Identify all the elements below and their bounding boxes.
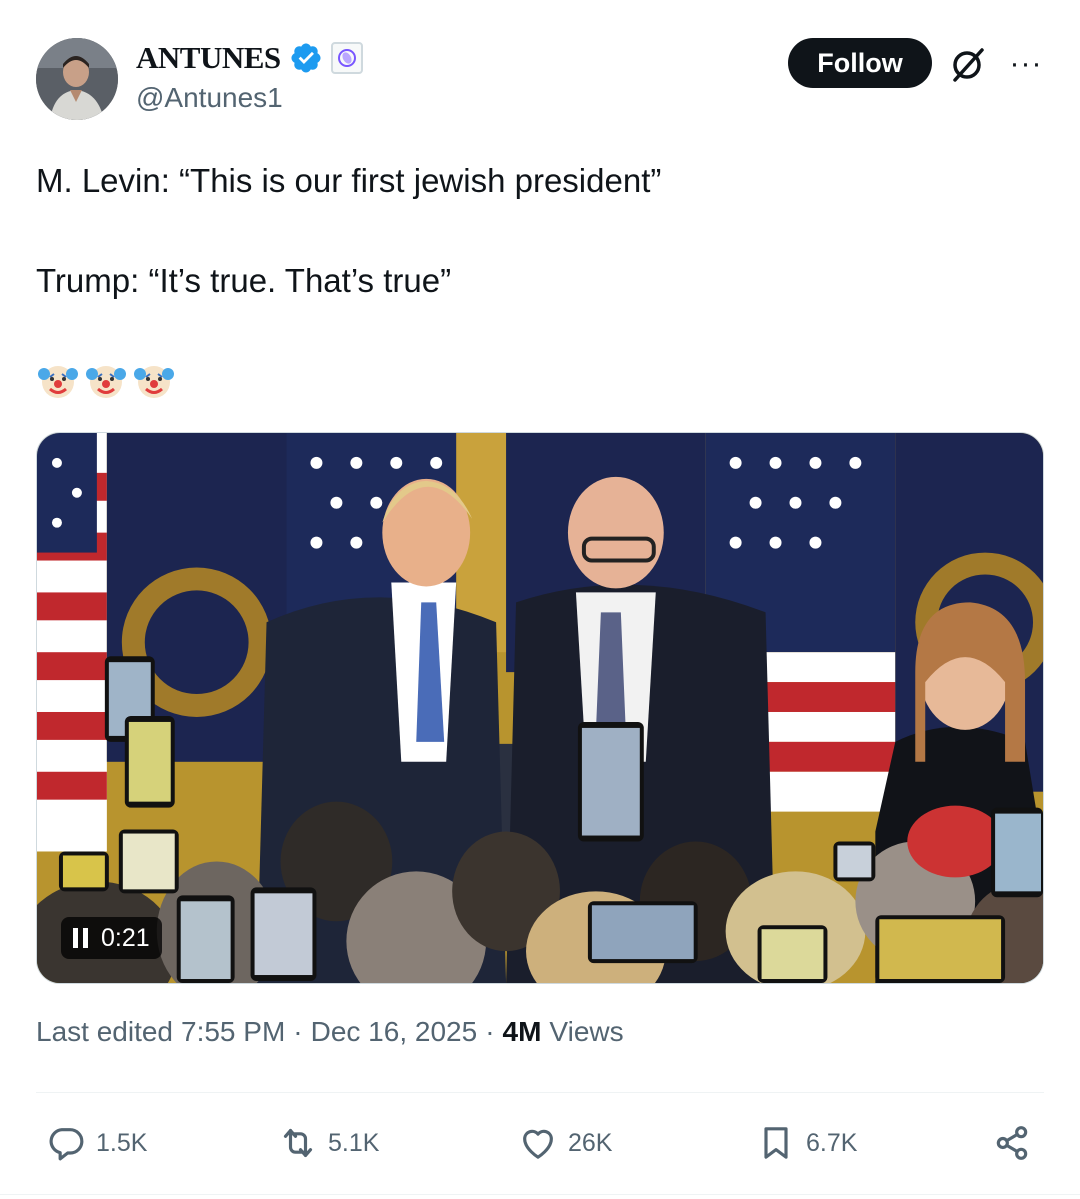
author-avatar[interactable] [36, 38, 118, 120]
author-display-name[interactable]: ANTUNES [136, 40, 281, 76]
share-button[interactable] [992, 1118, 1032, 1168]
meta-separator: · [485, 1016, 495, 1047]
meta-separator: · [293, 1016, 303, 1047]
views-count: 4M [502, 1016, 542, 1047]
action-bar: 1.5K 5.1K 26K 6.7K [36, 1118, 1044, 1168]
avatar-image [36, 38, 118, 120]
tweet-time[interactable]: 7:55 PM [181, 1016, 285, 1048]
edited-label[interactable]: Last edited [36, 1016, 173, 1048]
reply-button[interactable]: 1.5K [46, 1118, 147, 1168]
video-duration-badge[interactable]: 0:21 [61, 917, 162, 959]
like-count: 26K [568, 1128, 613, 1157]
tweet-line-1: M. Levin: “This is our first jewish pres… [36, 162, 662, 199]
views-label: Views [549, 1016, 624, 1047]
affiliate-badge-icon[interactable] [330, 42, 363, 74]
reply-icon [49, 1128, 84, 1161]
tweet-line-2: Trump: “It’s true. That’s true” [36, 262, 452, 299]
grok-icon[interactable] [948, 44, 988, 84]
heart-icon [523, 1129, 553, 1159]
bookmark-button[interactable]: 6.7K [756, 1118, 857, 1168]
like-button[interactable]: 26K [518, 1118, 612, 1168]
reply-count: 1.5K [96, 1128, 148, 1157]
clown-face-icon [134, 366, 174, 398]
tweet-meta: Last edited 7:55 PM · Dec 16, 2025 · 4M … [36, 1016, 624, 1048]
verified-badge-icon[interactable] [289, 41, 323, 75]
video-duration: 0:21 [101, 923, 150, 952]
more-options-icon[interactable]: ··· [1006, 44, 1046, 84]
tweet-text: M. Levin: “This is our first jewish pres… [36, 156, 1036, 306]
video-player[interactable]: 0:21 [36, 432, 1044, 984]
clown-face-icon [38, 366, 78, 398]
tweet-emojis [36, 358, 176, 402]
follow-button[interactable]: Follow [788, 38, 932, 88]
divider [36, 1092, 1044, 1093]
bookmark-icon [764, 1127, 788, 1159]
divider [0, 1194, 1080, 1195]
share-icon [996, 1126, 1028, 1160]
repost-count: 5.1K [328, 1128, 380, 1157]
repost-button[interactable]: 5.1K [278, 1118, 379, 1168]
clown-face-icon [86, 366, 126, 398]
pause-icon[interactable] [73, 928, 89, 948]
video-frame [37, 433, 1043, 983]
bookmark-count: 6.7K [806, 1128, 858, 1157]
repost-icon [283, 1128, 313, 1158]
author-handle[interactable]: @Antunes1 [136, 82, 283, 114]
tweet-date[interactable]: Dec 16, 2025 [311, 1016, 478, 1048]
